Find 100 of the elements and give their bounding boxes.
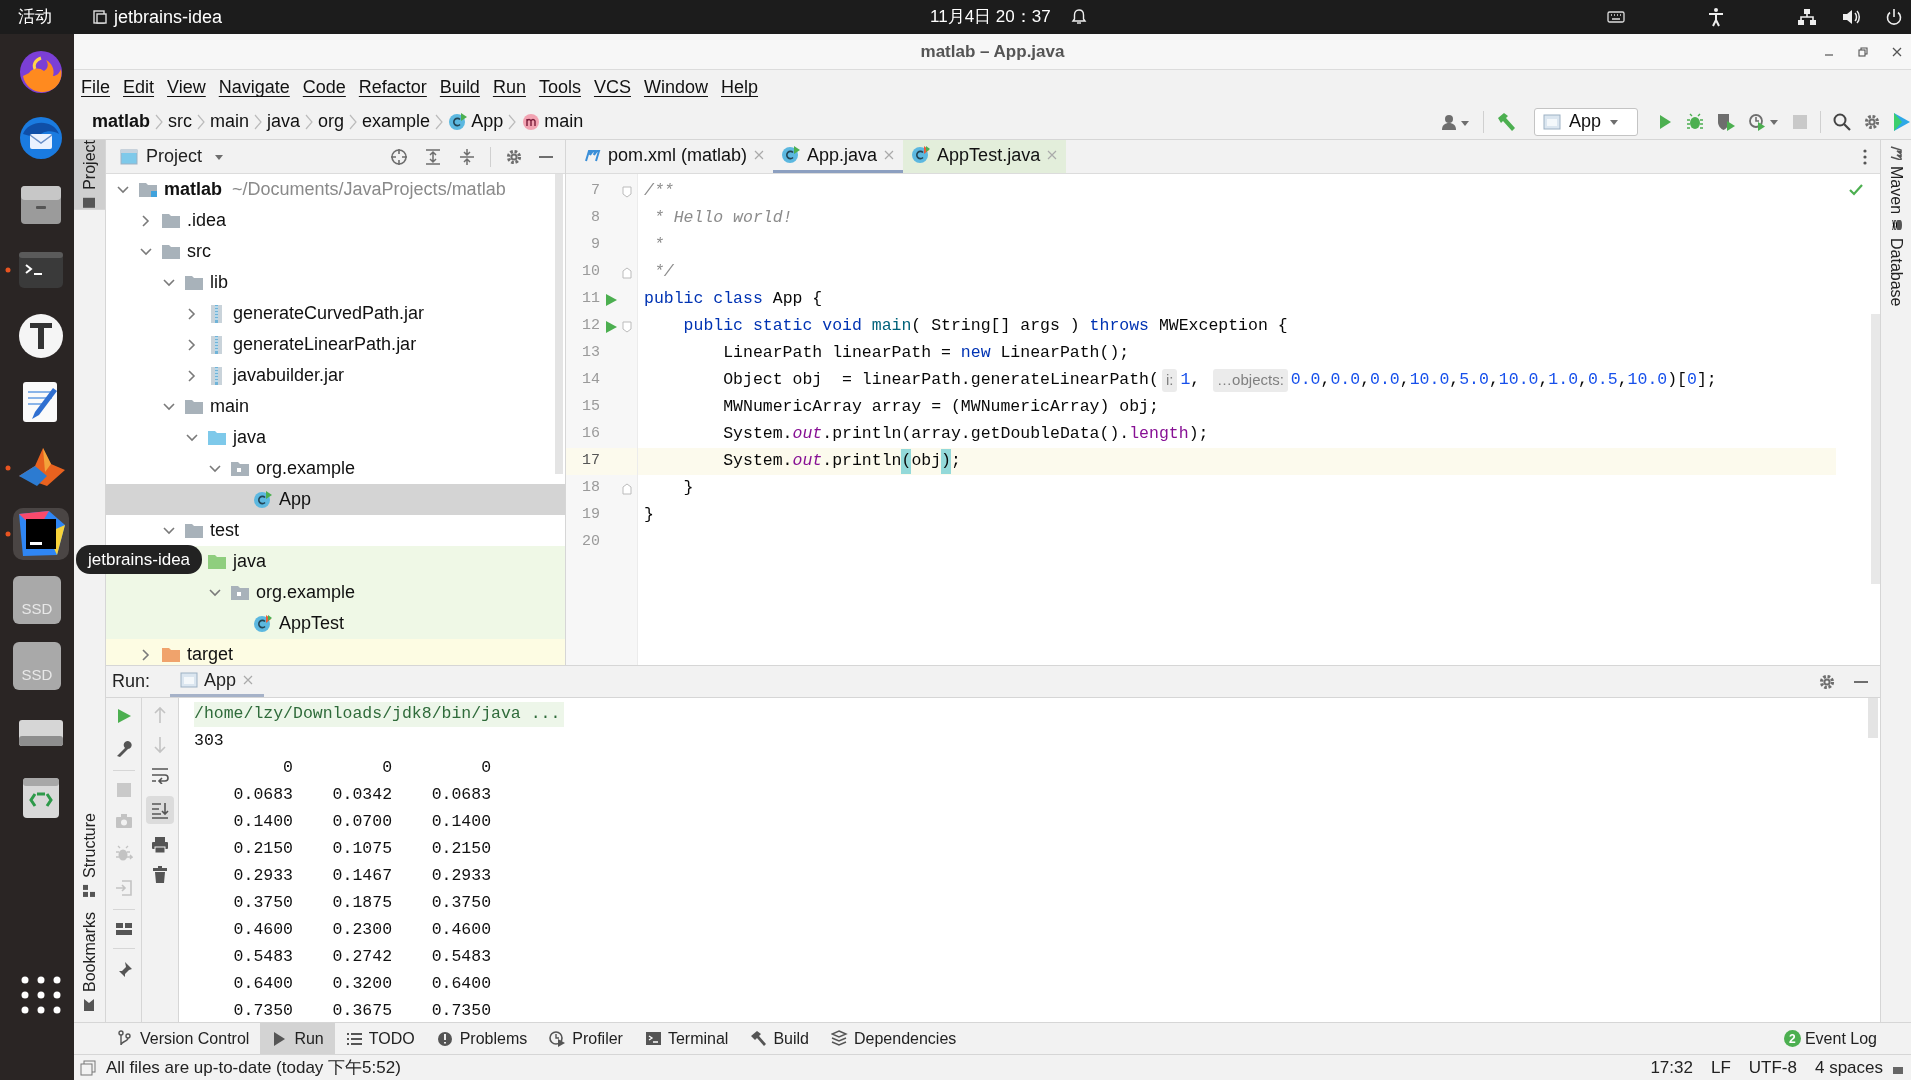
status-item[interactable]: 17:32 <box>1650 1054 1693 1080</box>
menu-item[interactable]: VCS <box>593 73 631 101</box>
soft-wrap-icon[interactable] <box>151 766 169 784</box>
menu-item[interactable]: Help <box>721 73 759 101</box>
tool-window-button[interactable]: Terminal <box>633 1023 740 1054</box>
side-tab[interactable]: Structure <box>74 813 105 898</box>
breadcrumb[interactable]: example <box>362 108 431 135</box>
crosshair-icon[interactable] <box>390 147 408 166</box>
tree-item[interactable]: matlab ~/Documents/JavaProjects/matlab <box>106 174 565 205</box>
side-tab[interactable]: Database <box>1874 218 1911 307</box>
run-gutter-icon[interactable] <box>604 292 618 307</box>
check-icon <box>1848 182 1864 198</box>
breadcrumb[interactable]: main <box>544 108 584 135</box>
breadcrumb[interactable]: matlab <box>92 108 151 135</box>
ide-icon[interactable] <box>5 508 69 560</box>
scrollbar[interactable] <box>555 174 563 474</box>
power-icon[interactable] <box>1885 8 1903 26</box>
menu-item[interactable]: Run <box>492 73 526 101</box>
tree-item[interactable]: test <box>106 515 565 546</box>
more-icon[interactable] <box>1862 147 1868 166</box>
menu-item[interactable]: Navigate <box>218 73 290 101</box>
user-caret-icon[interactable] <box>1441 112 1471 131</box>
tree-item[interactable]: javabuilder.jar <box>106 360 565 391</box>
volume-icon[interactable] <box>1841 8 1861 26</box>
tree-item[interactable]: App <box>106 484 565 515</box>
editor-tab[interactable]: AppTest.java <box>903 140 1067 173</box>
activities-button[interactable]: 活动 <box>18 4 52 30</box>
tree-item[interactable]: AppTest <box>106 608 565 639</box>
tool-window-button[interactable]: Run <box>260 1023 335 1054</box>
coverage-icon[interactable] <box>1716 111 1736 132</box>
editor-tab[interactable]: pom.xml (matlab) <box>576 140 774 173</box>
trash-icon[interactable] <box>152 866 168 884</box>
menu-item[interactable]: Refactor <box>358 73 427 101</box>
settings-icon[interactable] <box>1818 672 1836 691</box>
clock[interactable]: 11月4日 20：37 <box>930 4 1051 30</box>
tool-window-button[interactable]: TODO <box>334 1023 426 1054</box>
accessibility-icon[interactable] <box>1707 7 1725 27</box>
menu-item[interactable]: Build <box>439 73 480 101</box>
tool-window-button[interactable]: Profiler <box>538 1023 634 1054</box>
menu-item[interactable]: Window <box>643 73 708 101</box>
side-tab[interactable]: Project <box>74 140 105 210</box>
tree-item[interactable]: src <box>106 236 565 267</box>
status-item[interactable]: 4 spaces <box>1814 1054 1883 1080</box>
menu-item[interactable]: Tools <box>538 73 581 101</box>
run-configuration-dropdown[interactable]: App <box>1534 107 1638 136</box>
line-number: 15 <box>581 397 600 418</box>
tree-item[interactable]: lib <box>106 267 565 298</box>
status-item[interactable]: LF <box>1710 1054 1731 1080</box>
tree-item[interactable]: generateLinearPath.jar <box>106 329 565 360</box>
line-number: 11 <box>581 289 600 310</box>
tree-item[interactable]: org.example <box>106 453 565 484</box>
menu-item[interactable]: View <box>167 73 206 101</box>
gradient-arrow-icon[interactable] <box>1893 111 1911 132</box>
tree-item[interactable]: target <box>106 639 565 665</box>
profiler-caret-icon[interactable] <box>1748 111 1780 132</box>
search-icon[interactable] <box>1833 112 1851 131</box>
tree-item[interactable]: java <box>106 422 565 453</box>
keyboard-icon[interactable] <box>1607 10 1625 24</box>
breadcrumb[interactable]: java <box>267 108 301 135</box>
status-item[interactable]: UTF-8 <box>1748 1054 1797 1080</box>
menu-item[interactable]: Edit <box>123 73 155 101</box>
menu-item[interactable]: Code <box>302 73 346 101</box>
bug-icon[interactable] <box>1686 112 1704 131</box>
side-tab[interactable]: Bookmarks <box>74 911 105 1012</box>
breadcrumb[interactable]: org <box>318 108 345 135</box>
side-tab[interactable]: Maven <box>1874 146 1911 215</box>
expand-all-icon[interactable] <box>424 147 442 166</box>
close-button[interactable] <box>1891 46 1903 58</box>
printer-icon[interactable] <box>151 836 169 854</box>
settings-icon[interactable] <box>505 147 523 166</box>
tree-item[interactable]: main <box>106 391 565 422</box>
scrollbar[interactable] <box>1871 314 1880 584</box>
class-icon <box>448 111 469 132</box>
settings-icon[interactable] <box>1863 112 1881 131</box>
app-menu-label[interactable]: jetbrains-idea <box>114 3 223 31</box>
breadcrumb[interactable]: main <box>210 108 250 135</box>
breadcrumb[interactable]: src <box>168 108 193 135</box>
menu-item[interactable]: File <box>81 73 110 101</box>
network-icon[interactable] <box>1797 8 1817 26</box>
bell-icon[interactable] <box>1070 8 1087 26</box>
tool-window-button[interactable]: Problems <box>425 1023 539 1054</box>
collapse-all-icon[interactable] <box>458 147 476 166</box>
tool-window-button[interactable]: Version Control <box>106 1023 261 1054</box>
tree-item[interactable]: .idea <box>106 205 565 236</box>
run-gutter-icon[interactable] <box>604 319 618 334</box>
code-line: */ <box>652 261 675 284</box>
maximize-button[interactable] <box>1857 46 1869 58</box>
hammer-icon[interactable] <box>1496 111 1516 132</box>
event-log-button[interactable]: 2 Event Log <box>1779 1023 1881 1054</box>
tree-item[interactable]: generateCurvedPath.jar <box>106 298 565 329</box>
scrollbar[interactable] <box>1868 698 1878 738</box>
tree-item[interactable]: org.example <box>106 577 565 608</box>
layout-icon[interactable] <box>114 922 133 936</box>
tool-window-button[interactable]: Dependencies <box>820 1023 968 1054</box>
tool-window-button[interactable]: Build <box>739 1023 820 1054</box>
scroll-to-end-button[interactable] <box>146 796 174 824</box>
code-line: /** <box>643 180 675 203</box>
rerun-icon[interactable] <box>115 708 132 724</box>
breadcrumb[interactable]: App <box>471 108 504 135</box>
panel-title[interactable]: Project <box>146 143 203 170</box>
